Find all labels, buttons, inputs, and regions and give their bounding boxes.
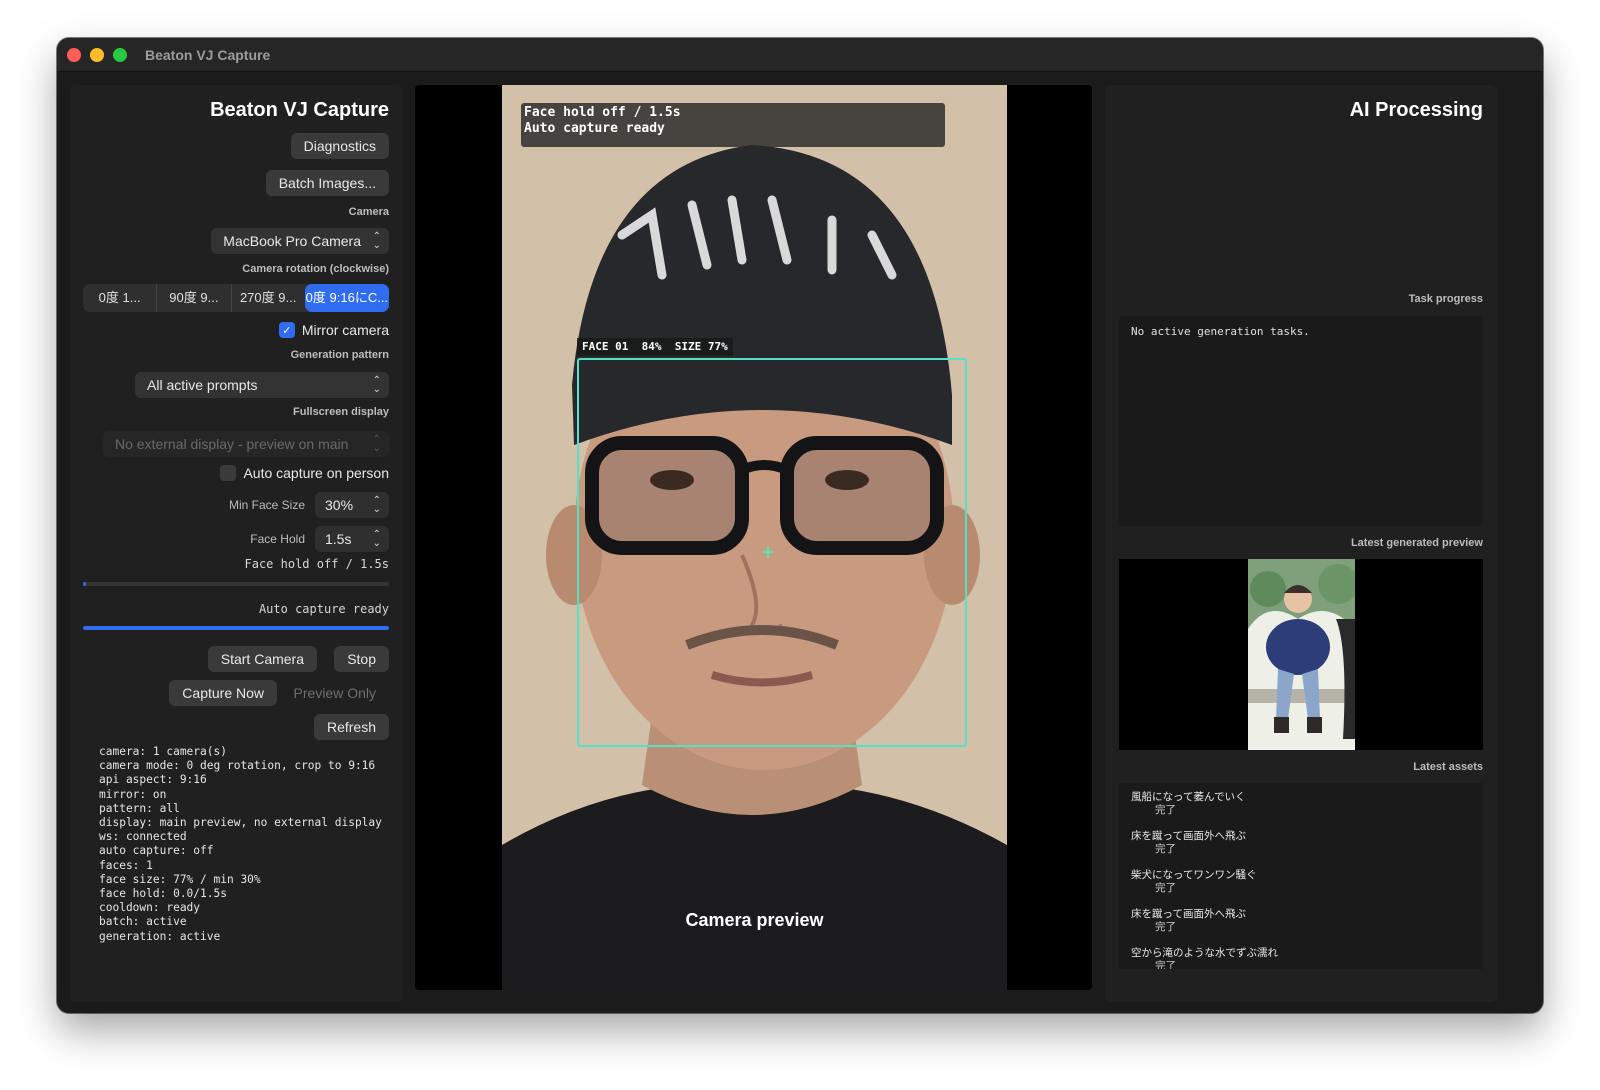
preview-status-overlay: Face hold off / 1.5s Auto capture ready bbox=[521, 103, 945, 147]
latest-assets-label: Latest assets bbox=[1413, 761, 1483, 773]
face-detection-tag: FACE 01 84% SIZE 77% bbox=[577, 338, 733, 356]
rotation-segmented-control: 0度 1... 90度 9... 270度 9... 0度 9:16にC... bbox=[83, 284, 389, 312]
asset-name: 風船になって萎んでいく bbox=[1131, 791, 1246, 803]
rotation-label: Camera rotation (clockwise) bbox=[242, 263, 389, 275]
task-progress-text: No active generation tasks. bbox=[1131, 325, 1310, 338]
window-title: Beaton VJ Capture bbox=[145, 47, 271, 63]
fullscreen-label: Fullscreen display bbox=[293, 406, 389, 418]
pattern-select-value: All active prompts bbox=[147, 377, 258, 393]
checkmark-icon[interactable]: ✓ bbox=[278, 322, 295, 338]
overlay-face-hold: Face hold off / 1.5s bbox=[524, 105, 681, 120]
auto-capture-progress-bar bbox=[83, 626, 389, 630]
camera-select-value: MacBook Pro Camera bbox=[223, 233, 361, 249]
face-hold-value: 1.5s bbox=[325, 531, 352, 547]
face-hold-label: Face Hold bbox=[250, 532, 305, 546]
face-hold-select[interactable]: 1.5s ⌃ ⌄ bbox=[315, 526, 389, 552]
camera-feed[interactable]: Face hold off / 1.5s Auto capture ready … bbox=[502, 85, 1007, 990]
ai-processing-panel: AI Processing Task progress No active ge… bbox=[1105, 85, 1497, 1002]
checkbox-empty-icon[interactable] bbox=[220, 465, 237, 481]
mirror-camera-toggle[interactable]: ✓ Mirror camera bbox=[278, 322, 389, 338]
asset-name: 空から滝のような水でずぶ濡れ bbox=[1131, 947, 1278, 959]
auto-capture-label: Auto capture on person bbox=[243, 465, 389, 481]
camera-preview-panel: Face hold off / 1.5s Auto capture ready … bbox=[415, 85, 1092, 990]
mirror-camera-label: Mirror camera bbox=[301, 322, 389, 338]
asset-status: 完了 bbox=[1155, 843, 1176, 855]
pattern-label: Generation pattern bbox=[290, 349, 389, 361]
diagnostics-log: camera: 1 camera(s) camera mode: 0 deg r… bbox=[99, 745, 382, 943]
min-face-size-row: Min Face Size 30% ⌃ ⌄ bbox=[229, 492, 389, 518]
task-progress-box: No active generation tasks. bbox=[1119, 316, 1483, 526]
generated-preview-image[interactable] bbox=[1248, 559, 1355, 750]
face-hold-row: Face Hold 1.5s ⌃ ⌄ bbox=[250, 526, 389, 552]
list-item[interactable]: 床を蹴って画面外へ飛ぶ 完了 bbox=[1131, 830, 1471, 856]
capture-now-button[interactable]: Capture Now bbox=[169, 680, 277, 706]
latest-assets-list: 風船になって萎んでいく 完了 床を蹴って画面外へ飛ぶ 完了 柴犬になってワンワン… bbox=[1119, 783, 1483, 969]
chevron-updown-icon: ⌃ ⌄ bbox=[372, 434, 381, 454]
pattern-select[interactable]: All active prompts ⌃ ⌄ bbox=[135, 372, 389, 398]
asset-status: 完了 bbox=[1155, 882, 1176, 894]
min-face-size-value: 30% bbox=[325, 497, 354, 513]
rotation-option-crop-selected[interactable]: 0度 9:16にC... bbox=[304, 284, 389, 312]
rotation-option-270[interactable]: 270度 9... bbox=[232, 284, 305, 312]
close-window-button[interactable] bbox=[67, 48, 81, 62]
refresh-button[interactable]: Refresh bbox=[313, 714, 389, 740]
rotation-option-0[interactable]: 0度 1... bbox=[83, 284, 158, 312]
chevron-updown-icon: ⌃ ⌄ bbox=[372, 495, 381, 515]
task-progress-label: Task progress bbox=[1408, 293, 1483, 305]
camera-preview-caption: Camera preview bbox=[685, 910, 824, 930]
min-face-size-select[interactable]: 30% ⌃ ⌄ bbox=[315, 492, 389, 518]
batch-images-button[interactable]: Batch Images... bbox=[265, 170, 389, 196]
overlay-auto-capture: Auto capture ready bbox=[524, 121, 665, 136]
ai-processing-title: AI Processing bbox=[1349, 99, 1483, 121]
chevron-updown-icon: ⌃ ⌄ bbox=[372, 529, 381, 549]
minimize-window-button[interactable] bbox=[90, 48, 104, 62]
stop-button[interactable]: Stop bbox=[334, 646, 389, 672]
auto-capture-toggle[interactable]: Auto capture on person bbox=[220, 465, 389, 481]
zoom-window-button[interactable] bbox=[113, 48, 127, 62]
sidebar-title: Beaton VJ Capture bbox=[210, 99, 389, 121]
auto-capture-status: Auto capture ready bbox=[258, 602, 389, 616]
list-item[interactable]: 柴犬になってワンワン騒ぐ 完了 bbox=[1131, 869, 1471, 895]
diagnostics-button[interactable]: Diagnostics bbox=[290, 133, 389, 159]
auto-capture-progress-fill bbox=[83, 626, 389, 630]
face-hold-status: Face hold off / 1.5s bbox=[244, 557, 390, 571]
asset-status: 完了 bbox=[1155, 921, 1176, 933]
min-face-size-label: Min Face Size bbox=[228, 498, 305, 512]
asset-name: 床を蹴って画面外へ飛ぶ bbox=[1131, 908, 1246, 920]
face-hold-progress-bar bbox=[83, 582, 389, 586]
asset-name: 床を蹴って画面外へ飛ぶ bbox=[1131, 830, 1246, 842]
title-bar: Beaton VJ Capture bbox=[57, 38, 1543, 72]
crosshair-icon: + bbox=[761, 539, 776, 566]
fullscreen-select-value: No external display - preview on main bbox=[115, 436, 349, 452]
face-hold-progress-fill bbox=[83, 582, 87, 586]
chevron-updown-icon: ⌃ ⌄ bbox=[372, 231, 381, 251]
asset-name: 柴犬になってワンワン騒ぐ bbox=[1131, 869, 1257, 881]
chevron-updown-icon: ⌃ ⌄ bbox=[372, 375, 381, 395]
asset-status: 完了 bbox=[1155, 804, 1176, 816]
latest-preview-box bbox=[1119, 559, 1483, 750]
generated-illustration bbox=[1248, 559, 1355, 750]
start-camera-button[interactable]: Start Camera bbox=[207, 646, 317, 672]
camera-select[interactable]: MacBook Pro Camera ⌃ ⌄ bbox=[211, 228, 389, 254]
camera-label: Camera bbox=[348, 206, 389, 218]
preview-only-button[interactable]: Preview Only bbox=[281, 680, 389, 706]
app-window: Beaton VJ Capture Beaton VJ Capture Diag… bbox=[57, 38, 1543, 1013]
list-item[interactable]: 空から滝のような水でずぶ濡れ 完了 bbox=[1131, 947, 1471, 969]
asset-status: 完了 bbox=[1155, 960, 1176, 969]
list-item[interactable]: 床を蹴って画面外へ飛ぶ 完了 bbox=[1131, 908, 1471, 934]
latest-preview-label: Latest generated preview bbox=[1350, 537, 1483, 549]
rotation-option-90[interactable]: 90度 9... bbox=[157, 284, 232, 312]
list-item[interactable]: 風船になって萎んでいく 完了 bbox=[1131, 791, 1471, 817]
control-sidebar: Beaton VJ Capture Diagnostics Batch Imag… bbox=[70, 85, 403, 1002]
fullscreen-display-select[interactable]: No external display - preview on main ⌃ ⌄ bbox=[103, 431, 389, 457]
